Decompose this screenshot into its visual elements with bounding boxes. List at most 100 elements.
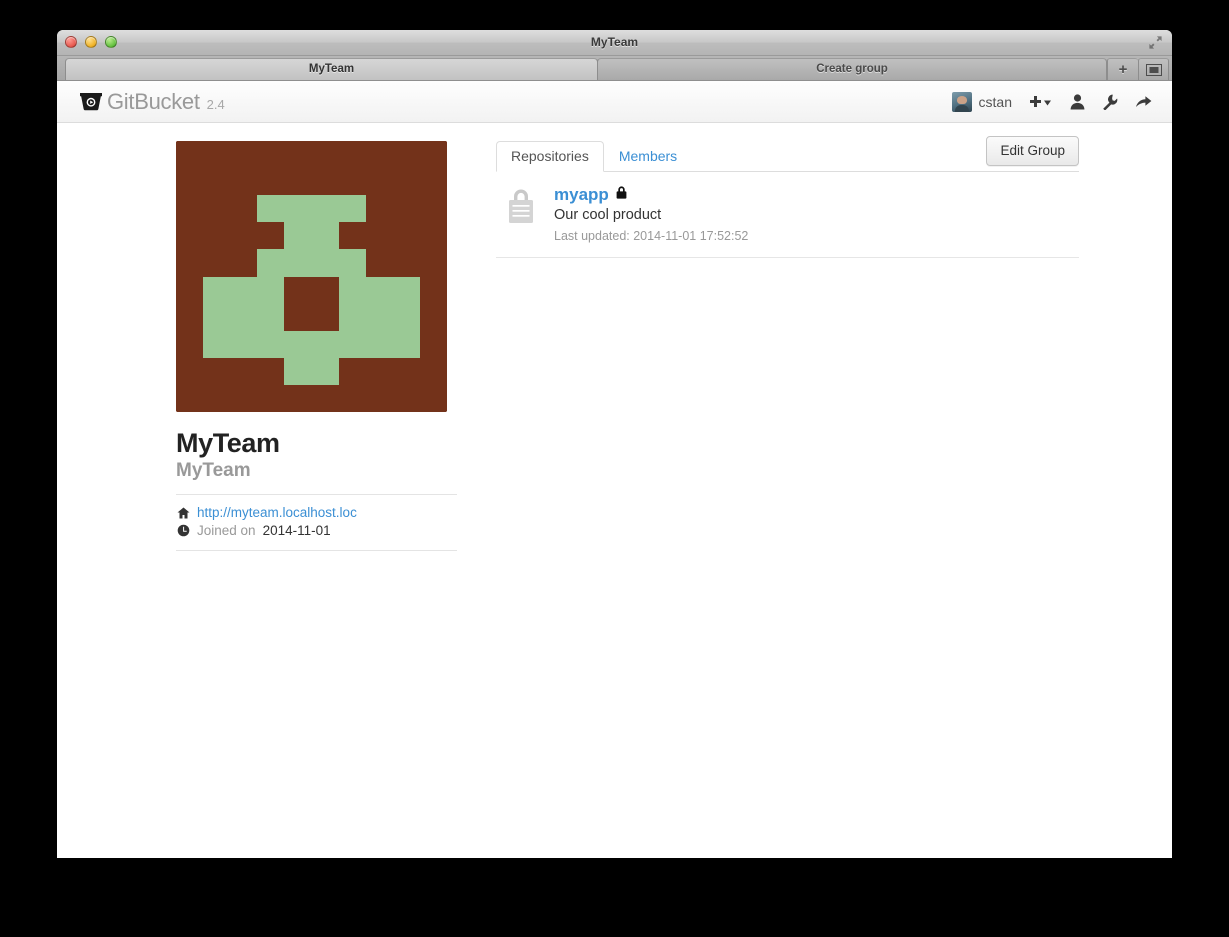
identicon-cell-2-4 — [284, 195, 312, 223]
identicon-cell-8-5 — [311, 357, 339, 385]
identicon-cell-3-1 — [203, 222, 231, 250]
sign-out-icon — [1136, 96, 1152, 107]
identicon-cell-4-4 — [284, 249, 312, 277]
identicon-cell-3-9 — [419, 222, 447, 250]
identicon-cell-7-2 — [230, 330, 258, 358]
group-url-link[interactable]: http://myteam.localhost.loc — [197, 505, 357, 520]
plus-dropdown-icon — [1030, 95, 1051, 107]
window-titlebar: MyTeam — [57, 30, 1172, 56]
brand[interactable]: GitBucket 2.4 — [79, 89, 225, 115]
identicon-cell-3-3 — [257, 222, 285, 250]
identicon-cell-8-3 — [257, 357, 285, 385]
settings-link[interactable] — [1102, 94, 1118, 110]
new-tab-button[interactable]: + — [1107, 58, 1138, 80]
identicon-cell-6-0 — [176, 303, 204, 331]
identicon-cell-2-6 — [338, 195, 366, 223]
identicon-cell-8-7 — [365, 357, 393, 385]
group-identicon — [176, 141, 447, 412]
identicon-cell-4-1 — [203, 249, 231, 277]
identicon-cell-4-2 — [230, 249, 258, 277]
fullscreen-expand-icon[interactable] — [1148, 35, 1163, 50]
identicon-cell-7-1 — [203, 330, 231, 358]
identicon-cell-6-2 — [230, 303, 258, 331]
identicon-cell-9-4 — [284, 384, 312, 412]
page-container: MyTeam MyTeam http://myteam.localhost.lo… — [57, 123, 1172, 561]
brand-version: 2.4 — [206, 97, 225, 112]
group-full-name: MyTeam — [176, 460, 251, 481]
identicon-cell-0-2 — [230, 141, 258, 169]
repository-title: myapp — [554, 185, 748, 205]
group-joined-row: Joined on 2014-11-01 — [176, 523, 470, 538]
identicon-cell-9-7 — [365, 384, 393, 412]
new-item-dropdown[interactable] — [1029, 95, 1053, 109]
identicon-cell-9-3 — [257, 384, 285, 412]
identicon-cell-7-6 — [338, 330, 366, 358]
identicon-cell-2-5 — [311, 195, 339, 223]
group-url-row: http://myteam.localhost.loc — [176, 505, 470, 520]
identicon-cell-6-6 — [338, 303, 366, 331]
browser-tabstrip: MyTeam Create group + — [57, 56, 1172, 81]
identicon-cell-8-6 — [338, 357, 366, 385]
identicon-cell-1-3 — [257, 168, 285, 196]
identicon-cell-3-5 — [311, 222, 339, 250]
identicon-cell-9-9 — [419, 384, 447, 412]
identicon-cell-8-8 — [392, 357, 420, 385]
tab-members[interactable]: Members — [604, 141, 692, 172]
identicon-cell-6-7 — [365, 303, 393, 331]
identicon-cell-0-7 — [365, 141, 393, 169]
person-icon — [1070, 93, 1085, 109]
browser-tab-myteam[interactable]: MyTeam — [65, 58, 598, 80]
identicon-cell-7-9 — [419, 330, 447, 358]
tabstrip-tools: + — [1107, 55, 1172, 80]
browser-tab-create-group[interactable]: Create group — [597, 58, 1107, 80]
identicon-cell-9-8 — [392, 384, 420, 412]
identicon-cell-6-3 — [257, 303, 285, 331]
identicon-cell-3-4 — [284, 222, 312, 250]
private-repo-lock-icon — [506, 185, 552, 243]
avatar — [951, 91, 972, 112]
sign-out-link[interactable] — [1135, 94, 1152, 109]
identicon-cell-5-8 — [392, 276, 420, 304]
identicon-cell-5-2 — [230, 276, 258, 304]
identicon-cell-5-7 — [365, 276, 393, 304]
identicon-cell-9-5 — [311, 384, 339, 412]
identicon-cell-3-7 — [365, 222, 393, 250]
identicon-cell-9-1 — [203, 384, 231, 412]
user-menu[interactable]: cstan — [951, 91, 1012, 112]
identicon-cell-4-6 — [338, 249, 366, 277]
identicon-cell-4-5 — [311, 249, 339, 277]
identicon-cell-7-5 — [311, 330, 339, 358]
profile-link[interactable] — [1070, 93, 1085, 110]
identicon-cell-2-9 — [419, 195, 447, 223]
edit-group-button[interactable]: Edit Group — [986, 136, 1079, 166]
identicon-cell-1-4 — [284, 168, 312, 196]
identicon-cell-0-5 — [311, 141, 339, 169]
tab-repositories[interactable]: Repositories — [496, 141, 604, 172]
identicon-cell-1-0 — [176, 168, 204, 196]
identicon-cell-6-4 — [284, 303, 312, 331]
identicon-cell-2-8 — [392, 195, 420, 223]
clock-icon — [176, 524, 190, 537]
repository-name-link[interactable]: myapp — [554, 185, 609, 205]
group-sidebar: MyTeam MyTeam http://myteam.localhost.lo… — [176, 141, 470, 561]
identicon-cell-1-9 — [419, 168, 447, 196]
identicon-cell-5-4 — [284, 276, 312, 304]
group-tabs: Repositories Members Edit Group — [496, 136, 1079, 172]
identicon-cell-1-8 — [392, 168, 420, 196]
identicon-cell-0-9 — [419, 141, 447, 169]
identicon-cell-5-3 — [257, 276, 285, 304]
identicon-cell-2-1 — [203, 195, 231, 223]
identicon-cell-8-1 — [203, 357, 231, 385]
tab-overview-button[interactable] — [1138, 58, 1169, 80]
joined-date: 2014-11-01 — [262, 523, 331, 538]
identicon-cell-4-7 — [365, 249, 393, 277]
identicon-cell-4-8 — [392, 249, 420, 277]
identicon-cell-1-6 — [338, 168, 366, 196]
identicon-cell-1-1 — [203, 168, 231, 196]
identicon-cell-0-3 — [257, 141, 285, 169]
wrench-icon — [1103, 94, 1118, 110]
group-main: Repositories Members Edit Group myapp Ou… — [496, 136, 1079, 561]
repository-row[interactable]: myapp Our cool product Last updated: 201… — [496, 172, 1079, 258]
identicon-cell-2-2 — [230, 195, 258, 223]
identicon-cell-2-7 — [365, 195, 393, 223]
